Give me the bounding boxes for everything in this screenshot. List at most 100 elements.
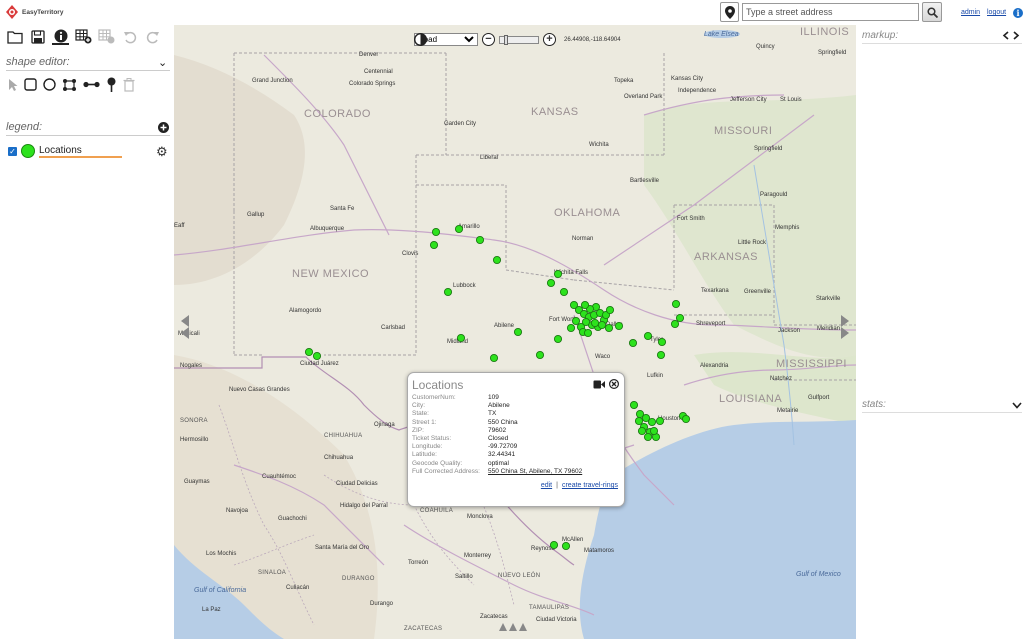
location-point[interactable] [553, 269, 563, 279]
field-key: Longitude: [412, 443, 443, 451]
location-point[interactable] [681, 414, 691, 424]
zoom-slider[interactable] [499, 34, 539, 45]
location-point[interactable] [656, 350, 666, 360]
grid-add-icon[interactable] [75, 28, 92, 45]
pan-right-icon[interactable] [840, 315, 850, 339]
field-key: ZIP: [412, 426, 424, 434]
polygon-icon[interactable] [62, 78, 77, 95]
add-layer-icon[interactable] [158, 122, 169, 136]
app-logo[interactable]: EasyTerritory [4, 4, 63, 20]
zoom-slider-thumb[interactable] [504, 34, 508, 45]
map-canvas[interactable]: COLORADO KANSAS MISSOURI OKLAHOMA NEW ME… [174, 25, 856, 639]
location-point[interactable] [597, 320, 607, 330]
legend-checkbox[interactable]: ✓ [8, 146, 17, 156]
field-value: TX [488, 410, 497, 418]
location-point[interactable] [670, 319, 680, 329]
location-point[interactable] [549, 540, 559, 550]
location-point[interactable] [561, 541, 571, 551]
location-point[interactable] [657, 337, 667, 347]
search-button[interactable] [922, 2, 942, 22]
location-point[interactable] [647, 417, 657, 427]
legend-title: legend: [6, 121, 43, 133]
location-point[interactable] [583, 328, 593, 338]
location-point[interactable] [312, 351, 322, 361]
location-point[interactable] [580, 300, 590, 310]
location-point[interactable] [643, 432, 653, 442]
save-icon[interactable] [29, 28, 46, 45]
location-point[interactable] [454, 224, 464, 234]
location-point[interactable] [605, 305, 615, 315]
location-pin-button[interactable] [720, 2, 739, 22]
grid-remove-icon[interactable] [98, 28, 115, 45]
field-value: -99.72709 [488, 443, 518, 451]
location-point[interactable] [634, 416, 644, 426]
contrast-toggle-icon[interactable] [414, 33, 427, 46]
full-address-link[interactable]: 550 China St, Abilene, TX 79602 [488, 468, 582, 476]
location-point[interactable] [546, 278, 556, 288]
location-point[interactable] [429, 240, 439, 250]
location-point[interactable] [649, 426, 659, 436]
help-info-icon[interactable]: i [1013, 8, 1023, 18]
location-point[interactable] [671, 299, 681, 309]
chevron-down-icon[interactable]: ⌄ [158, 56, 167, 69]
logout-link[interactable]: logout [987, 9, 1006, 16]
location-point[interactable] [456, 333, 466, 343]
location-point[interactable] [628, 338, 638, 348]
main-toolbar [6, 28, 161, 45]
location-point[interactable] [535, 350, 545, 360]
location-point[interactable] [492, 255, 502, 265]
video-camera-icon[interactable] [593, 380, 605, 389]
location-point[interactable] [559, 287, 569, 297]
address-search-input[interactable] [742, 3, 919, 21]
location-point[interactable] [643, 331, 653, 341]
collapse-expand-icon[interactable] [1002, 31, 1022, 40]
location-point[interactable] [431, 227, 441, 237]
location-point[interactable] [604, 323, 614, 333]
line-icon[interactable] [83, 80, 100, 92]
location-point[interactable] [566, 323, 576, 333]
field-value: 32.44341 [488, 451, 516, 459]
undo-icon[interactable] [121, 28, 138, 45]
location-point[interactable] [513, 327, 523, 337]
location-point[interactable] [489, 353, 499, 363]
info-icon[interactable] [52, 28, 69, 45]
location-point[interactable] [637, 426, 647, 436]
location-point[interactable] [443, 287, 453, 297]
chevron-down-icon[interactable] [1012, 402, 1022, 409]
circle-icon[interactable] [43, 78, 56, 94]
location-point[interactable] [571, 316, 581, 326]
location-point[interactable] [553, 334, 563, 344]
zoom-in-button[interactable]: + [543, 33, 556, 46]
open-folder-icon[interactable] [6, 28, 23, 45]
gear-icon[interactable]: ⚙ [156, 144, 168, 160]
location-point[interactable] [629, 400, 639, 410]
logo-text: EasyTerritory [22, 8, 64, 16]
popup-field-list: CustomerNum: 109 City: Abilene State: TX St… [412, 394, 582, 476]
pan-down-icon[interactable] [499, 623, 529, 632]
popup-field-row: Street 1: 550 China [412, 419, 582, 427]
location-point[interactable] [590, 318, 600, 328]
field-key: Street 1: [412, 418, 437, 426]
rectangle-icon[interactable] [24, 78, 37, 94]
location-point[interactable] [475, 235, 485, 245]
legend-item-label[interactable]: Locations [39, 145, 122, 158]
location-point[interactable] [614, 321, 624, 331]
edit-link[interactable]: edit [541, 482, 552, 489]
trash-icon[interactable] [123, 77, 135, 95]
close-icon[interactable] [609, 379, 619, 389]
location-point[interactable] [675, 313, 685, 323]
pan-left-icon[interactable] [180, 315, 190, 339]
zoom-out-button[interactable]: − [482, 33, 495, 46]
popup-field-row: Latitude: 32.44341 [412, 451, 582, 459]
create-travel-rings-link[interactable]: create travel-rings [562, 482, 618, 489]
redo-icon[interactable] [144, 28, 161, 45]
admin-link[interactable]: admin [961, 9, 980, 16]
legend-item-locations[interactable]: ✓ Locations [8, 144, 122, 158]
location-point[interactable] [304, 347, 314, 357]
select-arrow-icon[interactable] [8, 78, 18, 94]
pin-icon[interactable] [106, 77, 117, 95]
map-controls: roadaerial − + 26.44908,-118.64904 [414, 33, 621, 46]
field-key: CustomerNum: [412, 394, 456, 401]
shape-tools [8, 77, 135, 95]
location-point[interactable] [655, 416, 665, 426]
